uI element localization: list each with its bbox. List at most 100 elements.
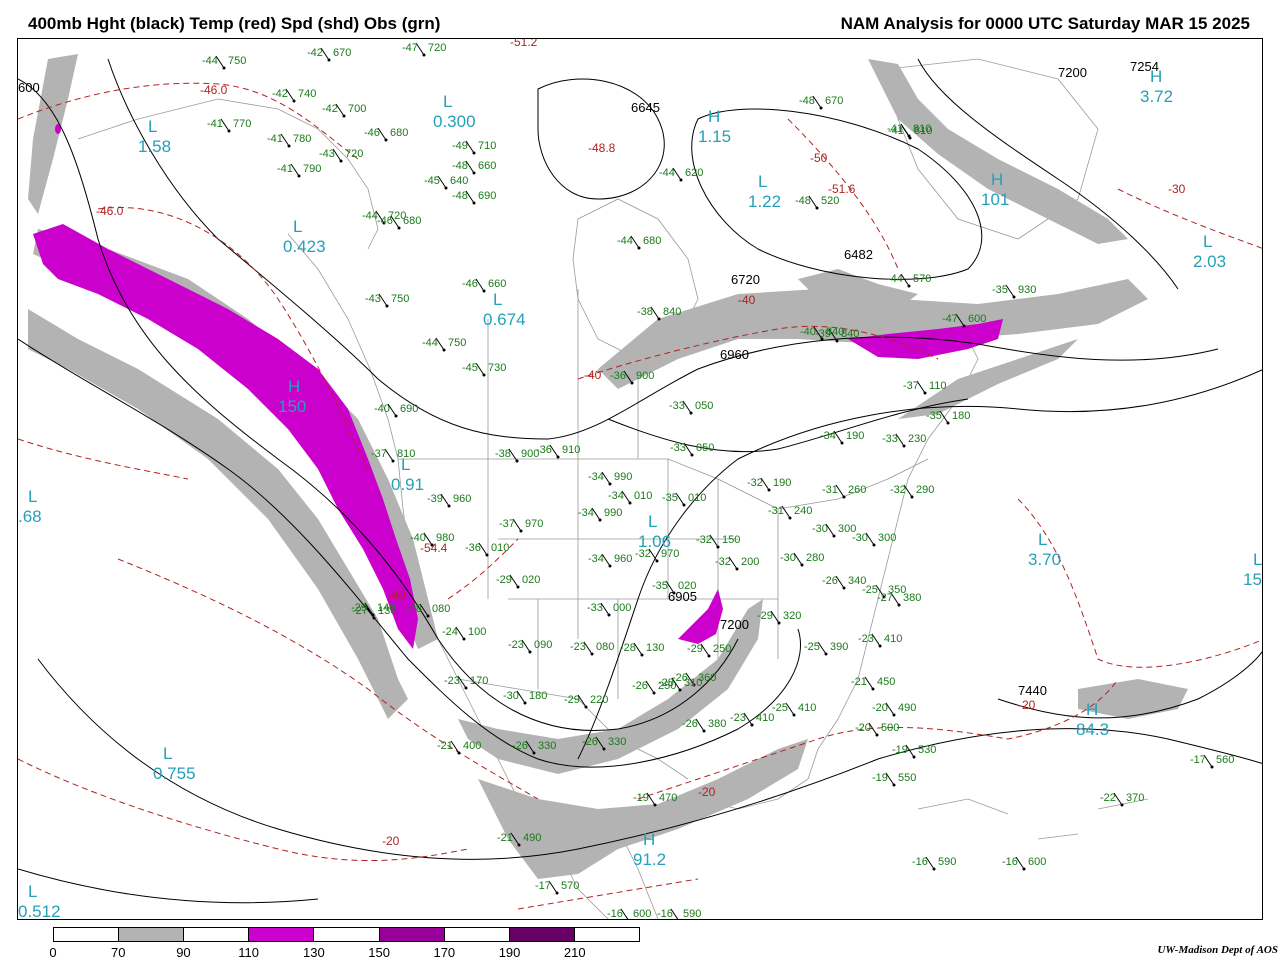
station-height: 640 <box>450 175 468 187</box>
station-temperature: -22 <box>1100 792 1116 804</box>
station-temperature: -16 <box>657 908 673 920</box>
station-observation: -21 450 <box>851 676 895 691</box>
station-observation: -26 340 <box>822 575 866 590</box>
station-temperature: -32 <box>715 556 731 568</box>
station-temperature: -43 <box>319 148 335 160</box>
station-height: 190 <box>846 430 864 442</box>
station-height: 380 <box>708 718 726 730</box>
station-height: 310 <box>684 677 702 689</box>
station-temperature: -40 <box>800 326 816 338</box>
station-temperature: -32 <box>696 534 712 546</box>
station-temperature: -45 <box>424 175 440 187</box>
station-temperature: -44 <box>202 55 218 67</box>
station-observation: -19 550 <box>872 772 916 787</box>
station-temperature: -25 <box>862 584 878 596</box>
station-height: 130 <box>378 605 396 617</box>
station-observation: -33 050 <box>669 400 713 415</box>
temperature-contour-label: -48.8 <box>588 141 616 155</box>
pressure-center-letter: H <box>991 170 1003 189</box>
station-temperature: -16 <box>1002 856 1018 868</box>
station-height: 320 <box>783 610 801 622</box>
station-temperature: -46 <box>364 127 380 139</box>
station-height: 190 <box>773 477 791 489</box>
station-temperature: -44 <box>617 235 633 247</box>
station-observation: -43 720 <box>319 148 363 163</box>
station-temperature: -23 <box>730 712 746 724</box>
station-temperature: -48 <box>799 95 815 107</box>
station-observation: -21 400 <box>437 740 481 755</box>
analysis-time-title: NAM Analysis for 0000 UTC Saturday MAR 1… <box>840 14 1250 33</box>
temperature-contour-label: -20 <box>382 834 400 848</box>
pressure-center-value: 0.755 <box>153 764 196 783</box>
pressure-center: L15 <box>1243 550 1262 589</box>
station-temperature: -48 <box>452 190 468 202</box>
pressure-center-value: 2.03 <box>1193 252 1226 271</box>
station-observation: -36 910 <box>536 444 580 459</box>
station-height: 010 <box>688 492 706 504</box>
station-observation: -29 020 <box>496 574 540 589</box>
station-temperature: -36 <box>536 444 552 456</box>
station-temperature: -37 <box>371 448 387 460</box>
station-height: 150 <box>722 534 740 546</box>
temperature-contour-label: -51.2 <box>510 39 538 49</box>
station-observation: -49 710 <box>452 140 496 155</box>
pressure-center: L0.300 <box>433 92 476 131</box>
shade-70-region <box>28 54 78 214</box>
colorbar-tick: 170 <box>433 945 456 960</box>
station-temperature: -37 <box>499 518 515 530</box>
station-height: 680 <box>390 127 408 139</box>
station-temperature: -41 <box>267 133 283 145</box>
station-height: 660 <box>488 278 506 290</box>
station-height: 900 <box>636 370 654 382</box>
station-observation: -30 280 <box>780 552 824 567</box>
station-temperature: -23 <box>858 633 874 645</box>
temperature-contour-label: -30 <box>1168 182 1186 196</box>
station-observation: -19 530 <box>892 744 936 759</box>
pressure-center: L1.22 <box>748 172 781 211</box>
station-observation: -30 180 <box>503 690 547 705</box>
temperature-contour-label: -46.0 <box>200 83 228 97</box>
station-observation: -17 570 <box>535 880 579 895</box>
pressure-center-letter: L <box>401 455 410 474</box>
station-temperature: -20 <box>872 702 888 714</box>
station-observation: -41 770 <box>207 118 251 133</box>
station-observation: -42 700 <box>322 103 366 118</box>
height-contour-line <box>917 58 1179 290</box>
station-temperature: -41 <box>277 163 293 175</box>
pressure-center: L3.70 <box>1028 530 1061 569</box>
credit-label: UW-Madison Dept of AOS <box>1157 944 1278 956</box>
station-temperature: -44 <box>887 273 903 285</box>
colorbar-tick: 90 <box>176 945 191 960</box>
station-height: 080 <box>432 603 450 615</box>
pressure-center-letter: L <box>493 290 502 309</box>
station-height: 520 <box>821 195 839 207</box>
station-temperature: -42 <box>272 88 288 100</box>
station-observation: -16 600 <box>1002 856 1046 871</box>
station-observation: -16 600 <box>607 908 651 919</box>
pressure-center-value: 3.70 <box>1028 550 1061 569</box>
station-height: 260 <box>848 484 866 496</box>
station-height: 370 <box>1126 792 1144 804</box>
station-height: 050 <box>695 400 713 412</box>
station-temperature: -39 <box>427 493 443 505</box>
station-height: 400 <box>463 740 481 752</box>
station-height: 500 <box>881 722 899 734</box>
station-height: 990 <box>614 471 632 483</box>
station-observation: -34 990 <box>588 471 632 486</box>
weather-map: -44 750 -42 670 -47 720 -42 740 -42 700 -41 770 -41 7… <box>17 38 1263 920</box>
station-height: 010 <box>491 542 509 554</box>
station-temperature: -32 <box>890 484 906 496</box>
station-temperature: -34 <box>578 507 594 519</box>
pressure-center-letter: H <box>1086 700 1098 719</box>
station-observation: -32 190 <box>747 477 791 492</box>
temperature-contour-line <box>1117 188 1262 249</box>
station-observation: -33 230 <box>882 433 926 448</box>
height-contour-label: 7440 <box>1018 683 1047 698</box>
station-observation: -47 720 <box>402 42 446 57</box>
temperature-contour-line <box>1017 498 1262 668</box>
station-temperature: -17 <box>1190 754 1206 766</box>
height-contour-label: 600 <box>18 80 40 95</box>
station-height: 390 <box>830 641 848 653</box>
station-height: 690 <box>478 190 496 202</box>
pressure-center-letter: L <box>1203 232 1212 251</box>
